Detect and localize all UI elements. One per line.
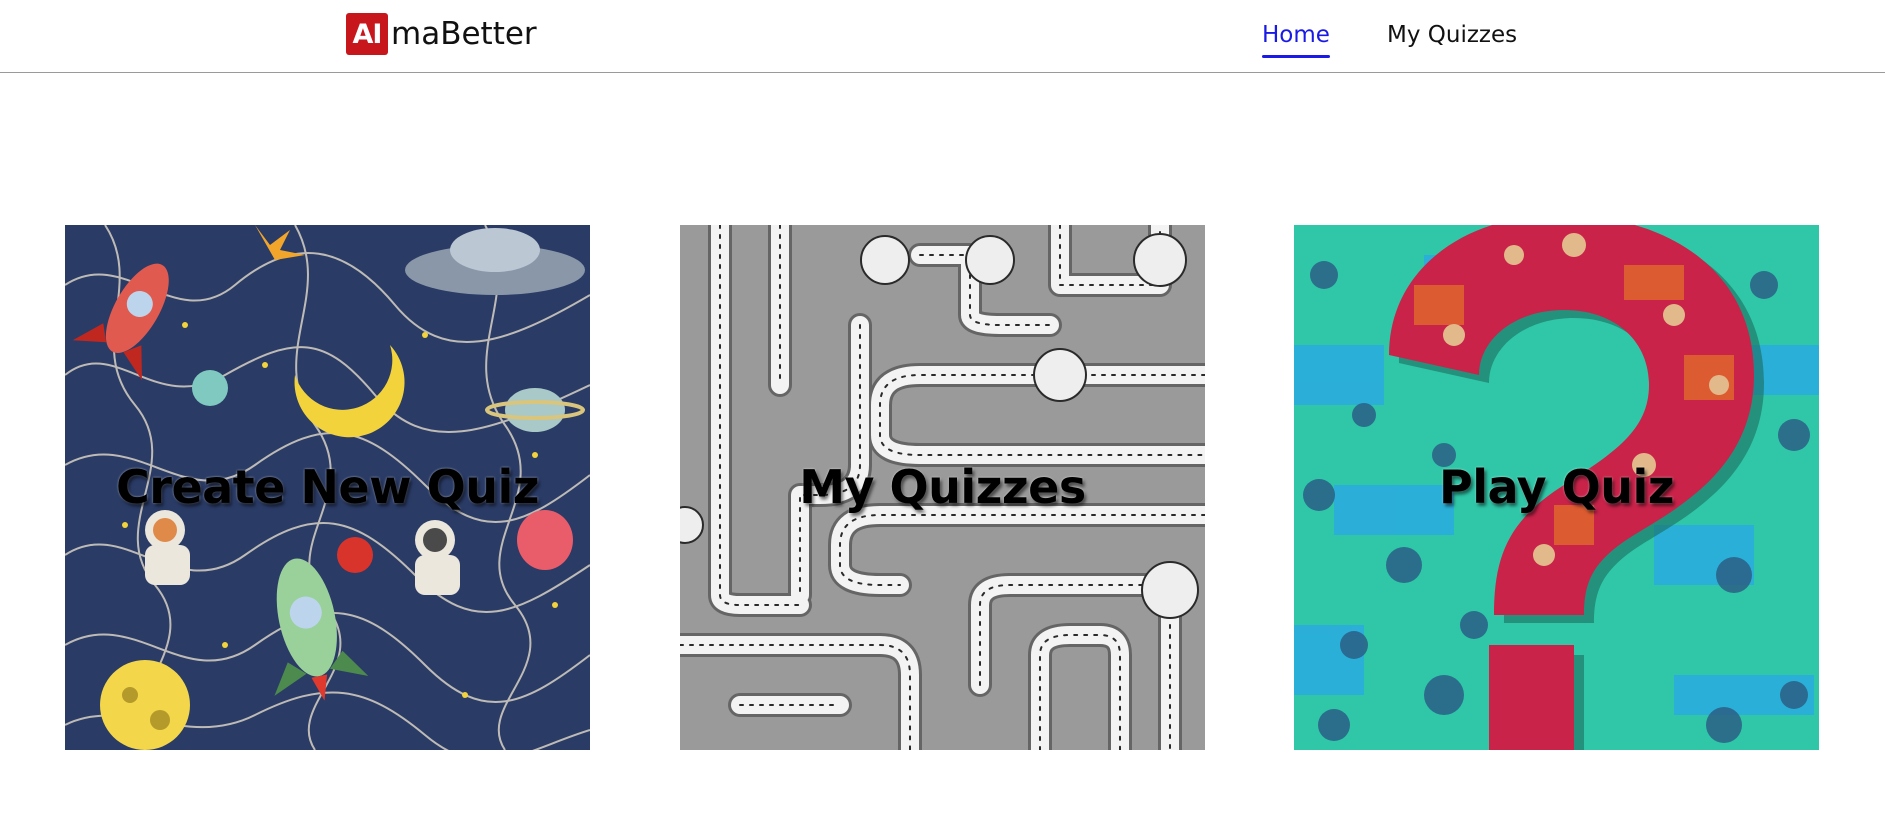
nav-home-link[interactable]: Home [1262, 22, 1330, 58]
play-quiz-title: Play Quiz [1438, 460, 1675, 514]
create-new-quiz-title: Create New Quiz [116, 460, 540, 514]
top-navbar: AI maBetter Home My Quizzes [0, 0, 1885, 73]
create-new-quiz-card[interactable]: Create New Quiz [65, 225, 590, 750]
play-quiz-card[interactable]: Play Quiz [1294, 225, 1819, 750]
brand-logo[interactable]: AI maBetter [346, 13, 537, 55]
my-quizzes-card[interactable]: My Quizzes [680, 225, 1205, 750]
nav-my-quizzes-link[interactable]: My Quizzes [1387, 22, 1517, 48]
brand-badge: AI [346, 13, 388, 55]
my-quizzes-title: My Quizzes [799, 460, 1086, 514]
brand-name: maBetter [391, 16, 537, 52]
